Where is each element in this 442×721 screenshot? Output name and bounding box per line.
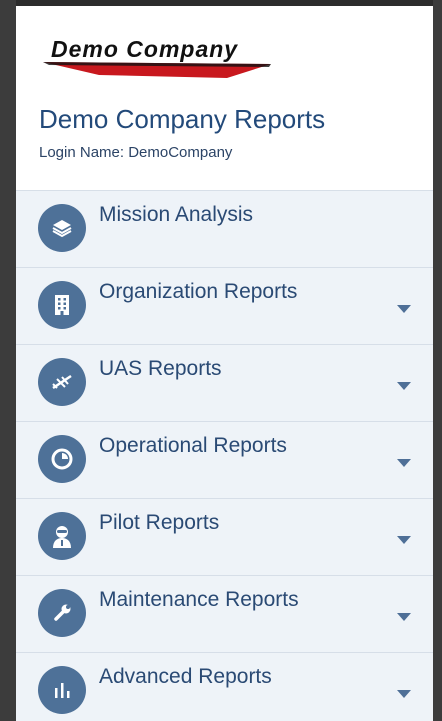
menu-item-maintenance-reports[interactable]: Maintenance Reports	[16, 576, 433, 653]
menu-item-label: Operational Reports	[99, 434, 287, 457]
menu-item-label: UAS Reports	[99, 357, 222, 380]
menu-item-uas-reports[interactable]: UAS Reports	[16, 345, 433, 422]
pilot-icon	[38, 512, 86, 560]
sidebar-header: Demo Company Demo Company Reports Login …	[16, 6, 433, 191]
layers-icon	[38, 204, 86, 252]
page-title: Demo Company Reports	[39, 104, 326, 134]
drone-icon	[38, 358, 86, 406]
chevron-down-icon[interactable]	[397, 382, 411, 390]
wrench-icon	[38, 589, 86, 637]
menu-item-label: Organization Reports	[99, 280, 298, 303]
sidebar-panel: Demo Company Demo Company Reports Login …	[16, 6, 433, 721]
menu-item-label: Maintenance Reports	[99, 588, 299, 611]
menu-item-operational-reports[interactable]: Operational Reports	[16, 422, 433, 499]
pie-chart-icon	[38, 435, 86, 483]
building-icon	[38, 281, 86, 329]
menu-item-pilot-reports[interactable]: Pilot Reports	[16, 499, 433, 576]
company-logo: Demo Company	[43, 36, 271, 78]
chevron-down-icon[interactable]	[397, 613, 411, 621]
menu-item-label: Pilot Reports	[99, 511, 220, 534]
chevron-down-icon[interactable]	[397, 536, 411, 544]
menu-item-advanced-reports[interactable]: Advanced Reports	[16, 653, 433, 721]
bar-chart-icon	[38, 666, 86, 714]
window-frame-left	[0, 0, 16, 721]
menu-item-mission-analysis[interactable]: Mission Analysis	[16, 191, 433, 268]
menu-item-label: Advanced Reports	[99, 665, 272, 688]
chevron-down-icon[interactable]	[397, 305, 411, 313]
reports-menu: Mission Analysis Organization Reports UA…	[16, 191, 433, 721]
logo-text: Demo Company	[51, 36, 238, 62]
login-name: Login Name: DemoCompany	[39, 144, 233, 161]
window-frame-right	[433, 0, 442, 721]
chevron-down-icon[interactable]	[397, 459, 411, 467]
menu-item-label: Mission Analysis	[99, 203, 254, 226]
menu-item-organization-reports[interactable]: Organization Reports	[16, 268, 433, 345]
chevron-down-icon[interactable]	[397, 690, 411, 698]
